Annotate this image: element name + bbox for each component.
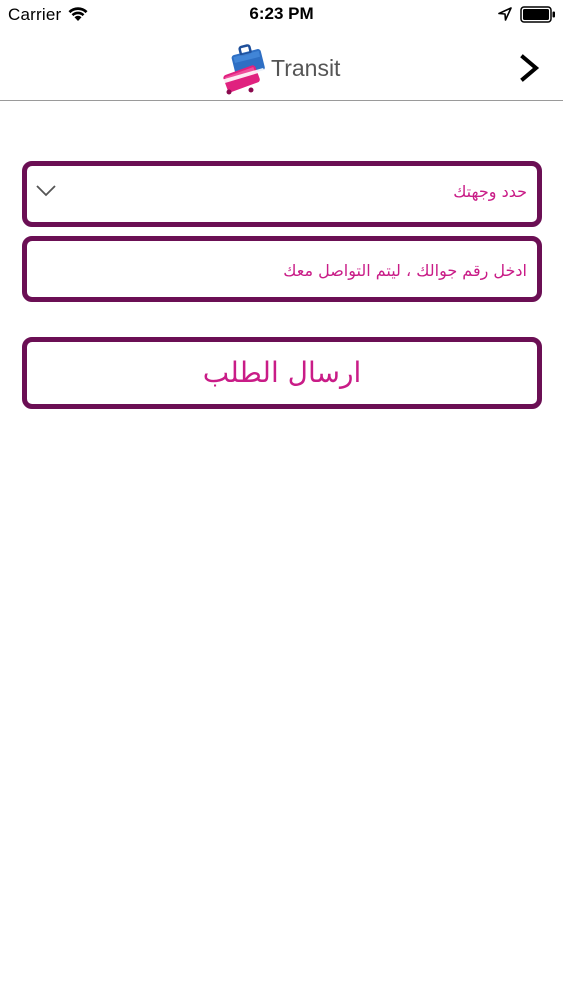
destination-select[interactable]: حدد وجهتك <box>22 161 542 227</box>
phone-input[interactable]: ادخل رقم جوالك ، ليتم التواصل معك <box>22 236 542 302</box>
chevron-down-icon <box>36 185 56 197</box>
submit-request-button[interactable]: ارسال الطلب <box>22 337 542 409</box>
destination-select-label: حدد وجهتك <box>453 182 527 201</box>
navigation-bar: Transit <box>0 30 563 101</box>
phone-input-placeholder: ادخل رقم جوالك ، ليتم التواصل معك <box>283 261 527 280</box>
suitcase-plane-logo-icon <box>221 44 265 95</box>
battery-icon <box>520 6 555 23</box>
submit-button-label: ارسال الطلب <box>202 356 362 389</box>
brand-title: Transit <box>271 55 341 81</box>
location-arrow-icon <box>498 7 512 21</box>
forward-chevron-icon[interactable] <box>516 53 542 83</box>
time-label: 6:23 PM <box>249 4 314 23</box>
status-bar: Carrier 6:23 PM <box>0 0 563 30</box>
